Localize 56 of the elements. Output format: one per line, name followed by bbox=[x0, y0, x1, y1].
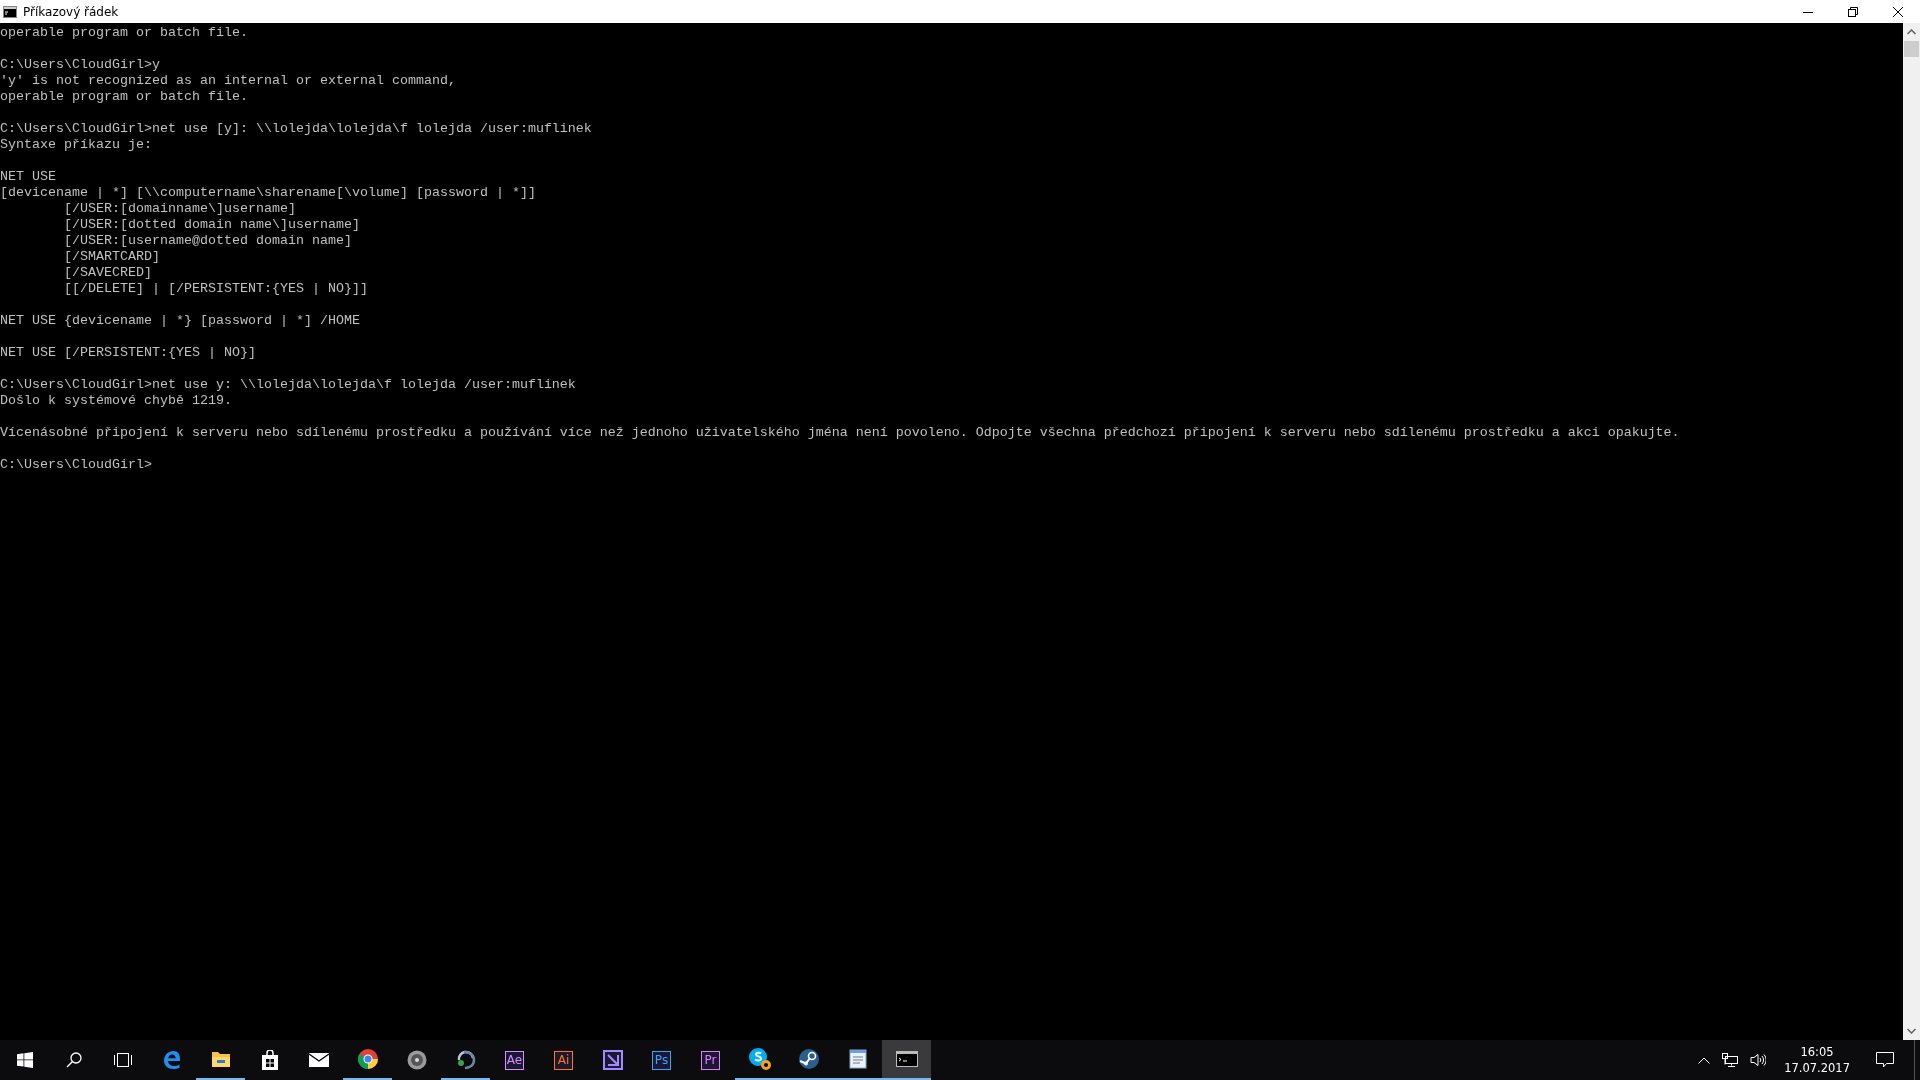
steam-icon bbox=[797, 1048, 820, 1070]
taskbar-button[interactable]: Ai bbox=[539, 1040, 588, 1080]
console-line: 'y' is not recognized as an internal or external command, bbox=[0, 73, 457, 89]
console-line: [[/DELETE] | [/PERSISTENT:{YES | NO}]] bbox=[63, 281, 369, 297]
scrollbar[interactable] bbox=[1903, 23, 1920, 1040]
console-line: [/SMARTCARD] bbox=[63, 249, 161, 265]
console-line: operable program or batch file. bbox=[0, 25, 249, 41]
taskbar-button[interactable]: Ps bbox=[637, 1040, 686, 1080]
skype-badge-icon bbox=[747, 1047, 772, 1071]
console-line: C:\Users\CloudGirl>net use y: \\lolejda\lolejda\f lolejda /user:muflinek bbox=[0, 377, 577, 393]
console-line: C:\Users\CloudGirl>y bbox=[0, 57, 161, 73]
console-line: NET USE bbox=[0, 169, 57, 185]
shopping-bag-icon bbox=[260, 1050, 279, 1070]
console-line: [/SAVECRED] bbox=[63, 265, 153, 281]
browser-e-icon bbox=[161, 1050, 182, 1070]
speaker-icon[interactable] bbox=[1750, 1053, 1767, 1067]
chrome-icon bbox=[357, 1049, 378, 1069]
clock-date[interactable]: 17.07.2017 bbox=[1784, 1060, 1850, 1076]
console-line: Vícenásobné připojení k serveru nebo sdílenému prostředku a používání více než jednoho uživatelského jména není povoleno. Odpojte všechna předchozí připojení k serveru nebo sdílenému prostředku a akci opakujte. bbox=[0, 425, 1681, 441]
console-line: NET USE {devicename | *} [password | *] /HOME bbox=[0, 313, 361, 329]
app-letter-icon: Ae bbox=[505, 1050, 524, 1070]
notepad-icon bbox=[848, 1049, 867, 1069]
window-title: Příkazový řádek bbox=[23, 4, 119, 19]
console-line: C:\Users\CloudGirl> bbox=[0, 457, 153, 473]
chevron-up-icon[interactable] bbox=[1698, 1056, 1711, 1064]
envelope-icon bbox=[308, 1053, 329, 1067]
console-icon bbox=[895, 1051, 918, 1067]
console-line: operable program or batch file. bbox=[0, 89, 249, 105]
task-view-icon bbox=[112, 1052, 133, 1068]
console-line: [/USER:[domainname\]username] bbox=[63, 201, 297, 217]
console-line: Syntaxe příkazu je: bbox=[0, 137, 153, 153]
disc-icon bbox=[406, 1050, 427, 1070]
console-line: [devicename | *] [\\computername\sharename[\volume] [password | *]] bbox=[0, 185, 537, 201]
taskbar-button[interactable]: Ae bbox=[490, 1040, 539, 1080]
scroll-up-icon[interactable] bbox=[1907, 29, 1916, 35]
folder-icon bbox=[210, 1050, 231, 1068]
app-letter-icon: Ps bbox=[652, 1050, 671, 1070]
taskbar-button[interactable]: Pr bbox=[686, 1040, 735, 1080]
app-letter-icon: Ai bbox=[554, 1050, 573, 1070]
app-letter-icon: Pr bbox=[701, 1050, 720, 1070]
scroll-down-icon[interactable] bbox=[1907, 1028, 1916, 1034]
clock-time[interactable]: 16:05 bbox=[1800, 1044, 1834, 1060]
console-line: C:\Users\CloudGirl>net use [y]: \\lolejda\lolejda\f lolejda /user:muflinek bbox=[0, 121, 593, 137]
console-line: [/USER:[dotted domain name\]username] bbox=[63, 217, 361, 233]
console-line: Došlo k systémové chybě 1219. bbox=[0, 393, 233, 409]
console-line: [/USER:[username@dotted domain name] bbox=[63, 233, 353, 249]
search-icon bbox=[65, 1052, 82, 1068]
restore-icon bbox=[1847, 6, 1858, 17]
notifications-icon[interactable] bbox=[1876, 1052, 1894, 1068]
console-icon bbox=[3, 5, 17, 18]
console-line: NET USE [/PERSISTENT:{YES | NO}] bbox=[0, 345, 257, 361]
scrollbar-thumb[interactable] bbox=[1904, 41, 1919, 57]
windows-logo-icon bbox=[16, 1052, 33, 1068]
network-icon[interactable] bbox=[1722, 1053, 1739, 1067]
taskbar-button[interactable] bbox=[882, 1040, 931, 1080]
close-icon bbox=[1892, 6, 1903, 17]
